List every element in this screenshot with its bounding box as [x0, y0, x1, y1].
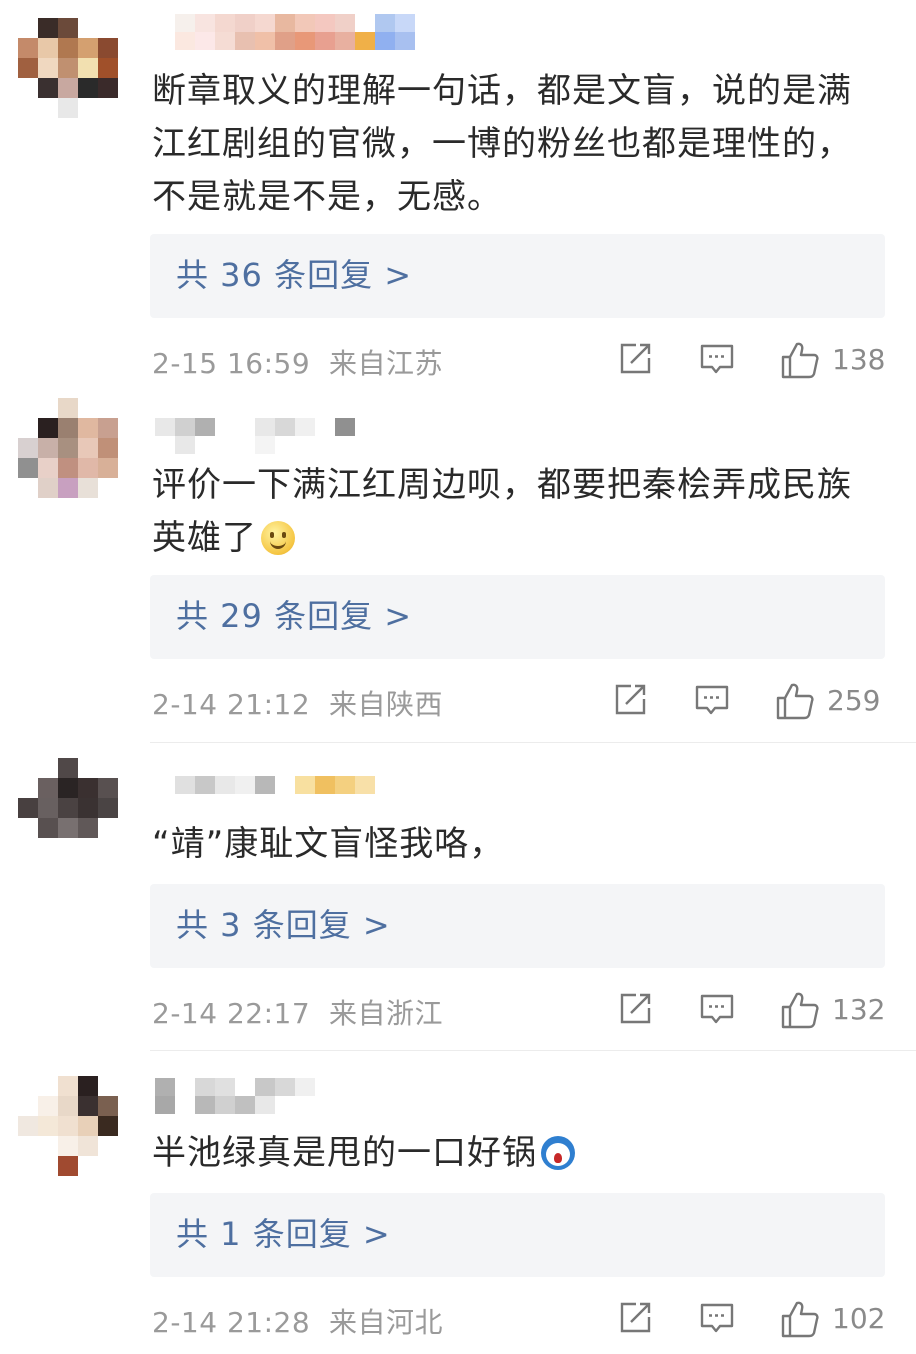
- share-icon[interactable]: [611, 681, 649, 719]
- comment-icon[interactable]: [698, 340, 736, 378]
- view-replies-button[interactable]: 共 3 条回复 >: [150, 884, 885, 968]
- replies-label: 共 1 条回复 >: [176, 1215, 391, 1253]
- like-icon: [781, 1301, 819, 1338]
- comment-feed: 断章取义的理解一句话，都是文盲，说的是满江红剧组的官微，一博的粉丝也都是理性的，…: [0, 0, 916, 1354]
- share-icon[interactable]: [616, 340, 654, 378]
- comment-timestamp: 2-15 16:59 来自江苏: [152, 347, 443, 380]
- avatar[interactable]: [18, 758, 118, 858]
- like-button[interactable]: 132: [780, 990, 890, 1030]
- like-count: 102: [832, 1302, 886, 1335]
- view-replies-button[interactable]: 共 29 条回复 >: [150, 575, 885, 659]
- username[interactable]: [155, 14, 415, 50]
- like-icon: [781, 992, 819, 1029]
- replies-label: 共 29 条回复 >: [176, 597, 413, 635]
- view-replies-button[interactable]: 共 36 条回复 >: [150, 234, 885, 318]
- comment-text: “靖”康耻文盲怪我咯，: [152, 824, 505, 864]
- comment-text: 半池绿真是甩的一口好锅: [152, 1127, 872, 1180]
- comment-icon[interactable]: [698, 1299, 736, 1337]
- share-icon[interactable]: [616, 1299, 654, 1337]
- like-count: 132: [832, 993, 886, 1026]
- comment-location: 来自陕西: [328, 688, 443, 721]
- replies-label: 共 3 条回复 >: [176, 906, 391, 944]
- comment-meta: 2-14 21:12 来自陕西 259: [152, 679, 887, 723]
- like-icon: [781, 342, 819, 379]
- comment-location: 来自浙江: [328, 997, 443, 1030]
- comment-icon[interactable]: [698, 990, 736, 1028]
- like-button[interactable]: 259: [775, 681, 890, 721]
- comment-meta: 2-14 22:17 来自浙江 132: [152, 988, 887, 1032]
- view-replies-button[interactable]: 共 1 条回复 >: [150, 1193, 885, 1277]
- comment-text: 断章取义的理解一句话，都是文盲，说的是满江红剧组的官微，一博的粉丝也都是理性的，…: [152, 71, 852, 217]
- comment-icon[interactable]: [693, 681, 731, 719]
- username[interactable]: [155, 418, 355, 454]
- replies-label: 共 36 条回复 >: [176, 256, 413, 294]
- avatar[interactable]: [18, 1076, 118, 1176]
- doraemon-emoji: [541, 1136, 575, 1170]
- like-count: 259: [827, 684, 881, 717]
- avatar[interactable]: [18, 18, 118, 118]
- like-button[interactable]: 138: [780, 340, 890, 380]
- like-count: 138: [832, 343, 886, 376]
- username[interactable]: [155, 1078, 315, 1114]
- like-button[interactable]: 102: [780, 1299, 890, 1339]
- comment-location: 来自河北: [328, 1306, 443, 1339]
- comment-timestamp: 2-14 21:28 来自河北: [152, 1306, 443, 1339]
- comment-meta: 2-15 16:59 来自江苏 138: [152, 338, 887, 382]
- smile-emoji: [261, 521, 295, 555]
- comment-timestamp: 2-14 22:17 来自浙江: [152, 997, 443, 1030]
- divider: [150, 742, 916, 743]
- share-icon[interactable]: [616, 990, 654, 1028]
- username[interactable]: [155, 776, 375, 812]
- like-icon: [776, 683, 814, 720]
- comment-timestamp: 2-14 21:12 来自陕西: [152, 688, 443, 721]
- avatar[interactable]: [18, 398, 118, 498]
- divider: [150, 1050, 916, 1051]
- comment-text: 评价一下满江红周边呗，都要把秦桧弄成民族英雄了: [152, 465, 852, 558]
- comment-location: 来自江苏: [328, 347, 443, 380]
- comment-meta: 2-14 21:28 来自河北 102: [152, 1297, 887, 1341]
